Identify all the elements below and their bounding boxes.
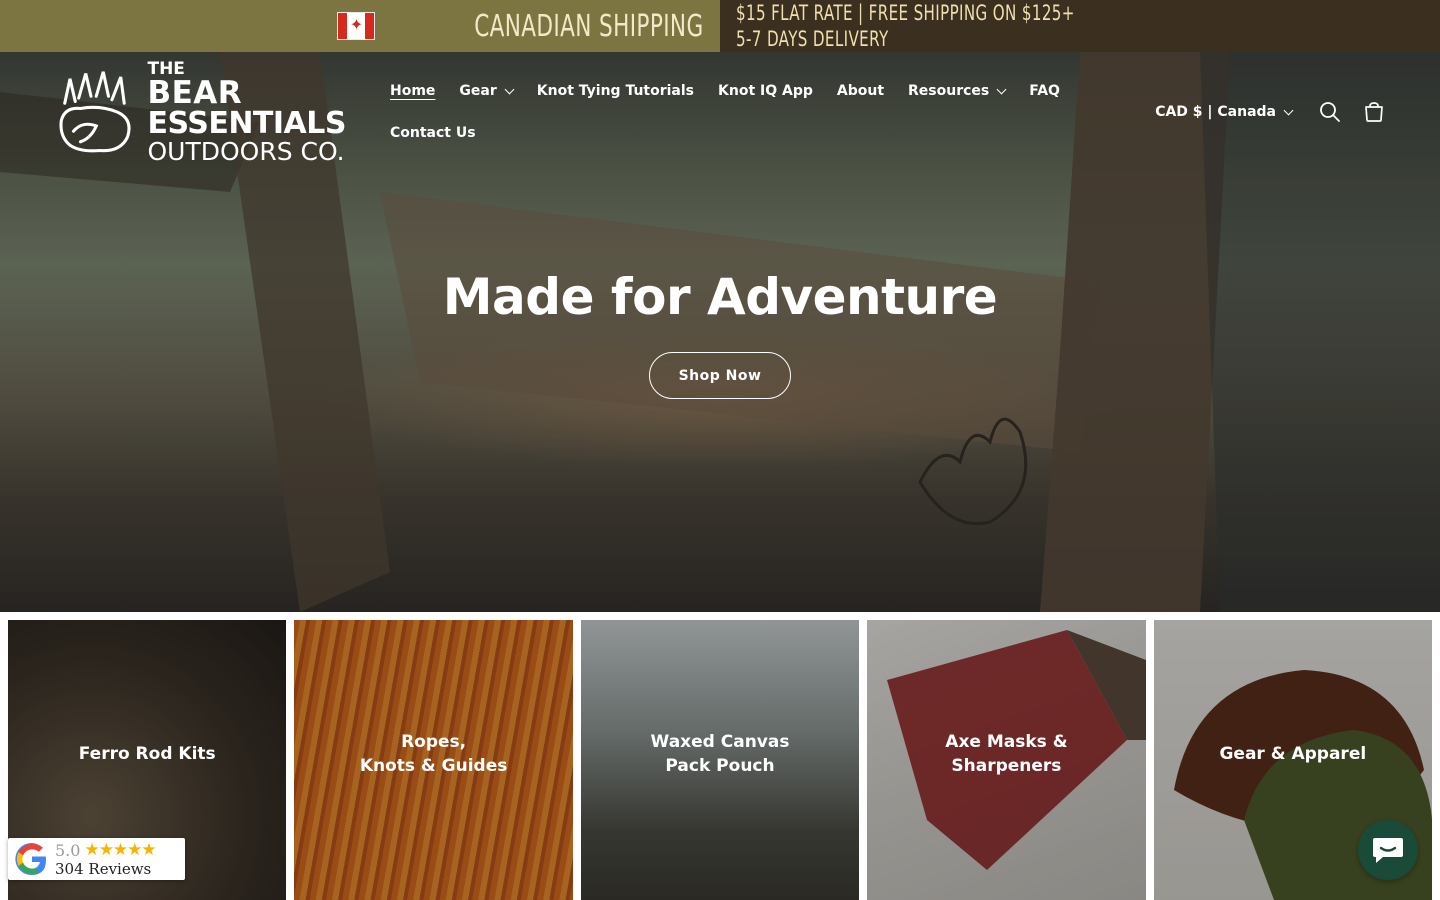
nav-knot-tying-tutorials[interactable]: Knot Tying Tutorials xyxy=(525,83,706,99)
chat-bubble-icon xyxy=(1373,838,1403,863)
collection-label: Axe Masks & Sharpeners xyxy=(945,732,1068,776)
collection-tile-ropes-knots-guides[interactable]: Ropes, Knots & Guides xyxy=(294,620,573,900)
google-logo-icon xyxy=(15,843,46,876)
collection-label: Ferro Rod Kits xyxy=(78,744,216,764)
google-reviews-badge[interactable]: 5.0 ★★★★★ 304 Reviews xyxy=(8,838,185,880)
shipping-rate-text: $15 FLAT RATE | FREE SHIPPING ON $125+ xyxy=(736,1,1075,25)
hero-title: Made for Adventure xyxy=(442,268,998,326)
nav-contact-us[interactable]: Contact Us xyxy=(378,125,488,141)
announcement-left: ✦ CANADIAN SHIPPING xyxy=(0,0,720,52)
cart-icon xyxy=(1365,102,1383,122)
collection-label: Gear & Apparel xyxy=(1219,744,1367,764)
reviews-text: 5.0 ★★★★★ 304 Reviews xyxy=(55,840,157,878)
brand-logo[interactable]: THE BEAR ESSENTIALS OUTDOORS CO. xyxy=(56,60,346,166)
search-icon xyxy=(1320,102,1340,122)
logo-line-bear: BEAR xyxy=(147,74,243,111)
chat-button[interactable] xyxy=(1358,820,1418,880)
chevron-down-icon xyxy=(996,84,1007,94)
collection-tile-waxed-canvas-pack-pouch[interactable]: Waxed Canvas Pack Pouch xyxy=(580,620,860,900)
delivery-time-text: 5-7 DAYS DELIVERY xyxy=(736,27,889,51)
star-rating-icon: ★★★★★ xyxy=(84,840,156,860)
header-utilities: CAD $ | Canada xyxy=(1155,94,1394,130)
chevron-down-icon xyxy=(504,84,515,94)
collection-label: Ropes, Knots & Guides xyxy=(359,732,508,776)
nav-home[interactable]: Home xyxy=(378,83,447,99)
logo-line-essentials: ESSENTIALS xyxy=(147,105,346,141)
bear-paw-logo-icon xyxy=(59,71,131,153)
brand-wordmark: THE BEAR ESSENTIALS OUTDOORS CO. xyxy=(147,60,346,166)
nav-faq[interactable]: FAQ xyxy=(1017,83,1072,99)
shop-now-button[interactable]: Shop Now xyxy=(649,352,791,399)
cart-button[interactable] xyxy=(1354,94,1394,130)
main-nav: Home Gear Knot Tying Tutorials Knot IQ A… xyxy=(378,72,1060,152)
announcement-bar: ✦ CANADIAN SHIPPING $15 FLAT RATE | FREE… xyxy=(0,0,1440,52)
currency-selector[interactable]: CAD $ | Canada xyxy=(1155,104,1294,120)
nav-about[interactable]: About xyxy=(825,83,896,99)
nav-resources[interactable]: Resources xyxy=(896,83,1017,99)
collection-label: Waxed Canvas Pack Pouch xyxy=(650,732,790,776)
nav-knot-iq-app[interactable]: Knot IQ App xyxy=(706,83,825,99)
review-score: 5.0 xyxy=(55,840,81,860)
currency-label: CAD $ | Canada xyxy=(1155,104,1276,120)
chevron-down-icon xyxy=(1283,105,1294,115)
search-button[interactable] xyxy=(1310,94,1350,130)
logo-line-outdoors: OUTDOORS CO. xyxy=(147,136,345,166)
nav-gear[interactable]: Gear xyxy=(447,83,524,99)
review-count: 304 Reviews xyxy=(55,860,152,878)
canada-flag-icon: ✦ xyxy=(337,12,376,40)
announcement-right: $15 FLAT RATE | FREE SHIPPING ON $125+ 5… xyxy=(720,0,1440,52)
collection-grid: Ferro Rod Kits Ropes, Knots & Guides Wax… xyxy=(8,620,1433,900)
canadian-shipping-title: CANADIAN SHIPPING xyxy=(474,8,704,44)
collection-tile-axe-masks-sharpeners[interactable]: Axe Masks & Sharpeners xyxy=(867,620,1146,900)
